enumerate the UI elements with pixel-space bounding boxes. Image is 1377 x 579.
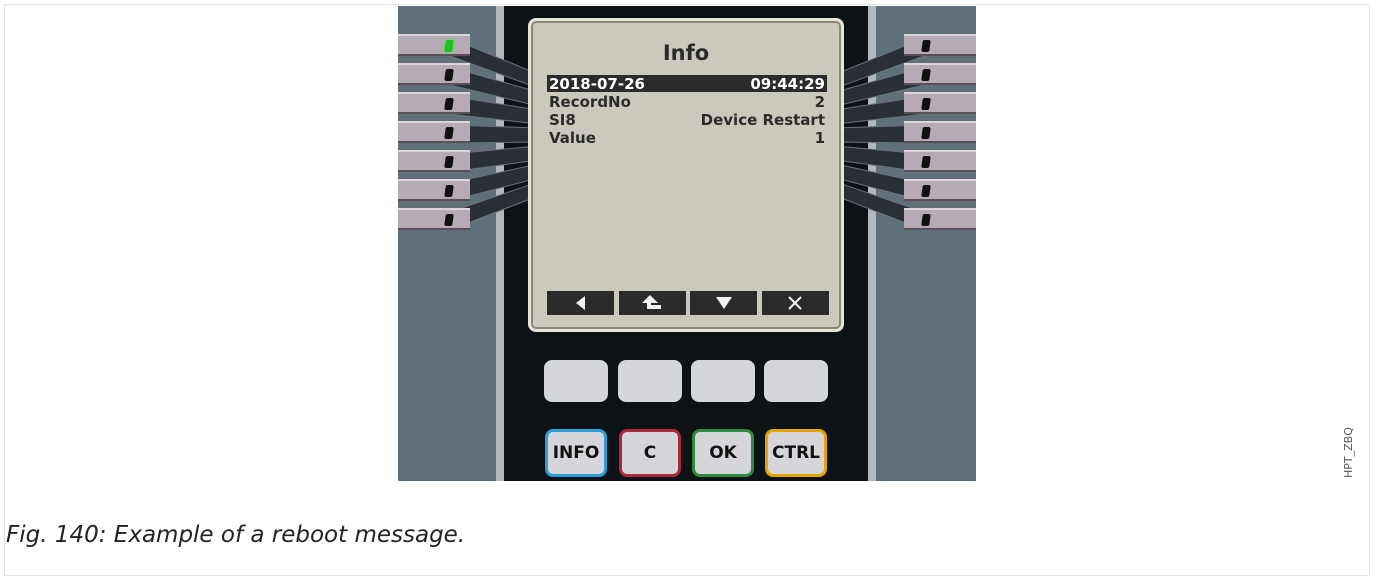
- led-row: [904, 208, 976, 230]
- led-icon: [921, 98, 931, 110]
- lcd-display: Info 2018-07-26 09:44:29 RecordNo 2 SI8 …: [528, 18, 844, 332]
- led-row: [904, 179, 976, 201]
- c-button-label: C: [643, 443, 657, 463]
- info-button-label: INFO: [552, 443, 600, 463]
- right-led-strip: [836, 34, 976, 248]
- lcd-row-label: RecordNo: [549, 92, 631, 111]
- lcd-row-value: 2: [814, 92, 825, 111]
- softkey-button-4[interactable]: [764, 360, 828, 402]
- led-row: [904, 34, 976, 56]
- softkey-button-3[interactable]: [691, 360, 755, 402]
- led-icon: [444, 127, 454, 139]
- led-row: [398, 63, 470, 85]
- lcd-row[interactable]: Value 1: [547, 128, 827, 147]
- softkey-button-1[interactable]: [544, 360, 608, 402]
- protection-relay-panel: Info 2018-07-26 09:44:29 RecordNo 2 SI8 …: [398, 6, 976, 481]
- led-icon: [921, 185, 931, 197]
- led-row: [904, 92, 976, 114]
- lcd-row-label: Value: [549, 128, 596, 147]
- ctrl-button[interactable]: CTRL: [765, 429, 827, 477]
- triangle-down-icon: [715, 297, 732, 309]
- figure-caption: Fig. 140: Example of a reboot message.: [6, 522, 466, 548]
- close-icon: [788, 296, 803, 310]
- arrow-up-turn-icon: [642, 295, 662, 309]
- lcd-row-label: 2018-07-26: [549, 74, 645, 93]
- lcd-row-label: SI8: [549, 110, 576, 129]
- softkey-up: [618, 291, 686, 315]
- softkey-left: [547, 291, 614, 315]
- info-button[interactable]: INFO: [545, 429, 607, 477]
- lcd-row[interactable]: SI8 Device Restart: [547, 110, 827, 129]
- led-icon: [444, 156, 454, 168]
- left-led-strip: [398, 34, 538, 248]
- led-row: [398, 92, 470, 114]
- led-icon: [921, 127, 931, 139]
- lcd-row[interactable]: RecordNo 2: [547, 92, 827, 111]
- led-icon: [921, 69, 931, 81]
- lcd-title: Info: [662, 41, 710, 65]
- led-icon: [444, 69, 454, 81]
- led-icon: [444, 185, 454, 197]
- led-row: [398, 34, 470, 56]
- led-row: [904, 63, 976, 85]
- led-row: [398, 150, 470, 172]
- led-row: [398, 179, 470, 201]
- led-icon: [921, 156, 931, 168]
- ctrl-button-label: CTRL: [772, 443, 820, 463]
- led-icon: [444, 214, 454, 226]
- figure-id-tag: HPT_ZBQ: [1342, 427, 1355, 478]
- led-green-icon: [444, 40, 454, 52]
- led-row: [398, 121, 470, 143]
- softkey-close: [761, 291, 829, 315]
- led-icon: [444, 98, 454, 110]
- softkey-button-2[interactable]: [618, 360, 682, 402]
- ok-button[interactable]: OK: [692, 429, 754, 477]
- ok-button-label: OK: [709, 443, 737, 463]
- led-row: [904, 150, 976, 172]
- lcd-row-value: 1: [814, 128, 825, 147]
- c-button[interactable]: C: [619, 429, 681, 477]
- triangle-left-icon: [575, 296, 585, 310]
- lcd-row-selected[interactable]: 2018-07-26 09:44:29: [547, 74, 827, 93]
- softkey-down: [690, 291, 758, 315]
- led-icon: [921, 214, 931, 226]
- led-icon: [921, 40, 931, 52]
- lcd-row-value: Device Restart: [700, 110, 825, 129]
- lcd-row-value: 09:44:29: [750, 74, 825, 93]
- led-row: [398, 208, 470, 230]
- softkey-labels: [547, 291, 829, 315]
- led-row: [904, 121, 976, 143]
